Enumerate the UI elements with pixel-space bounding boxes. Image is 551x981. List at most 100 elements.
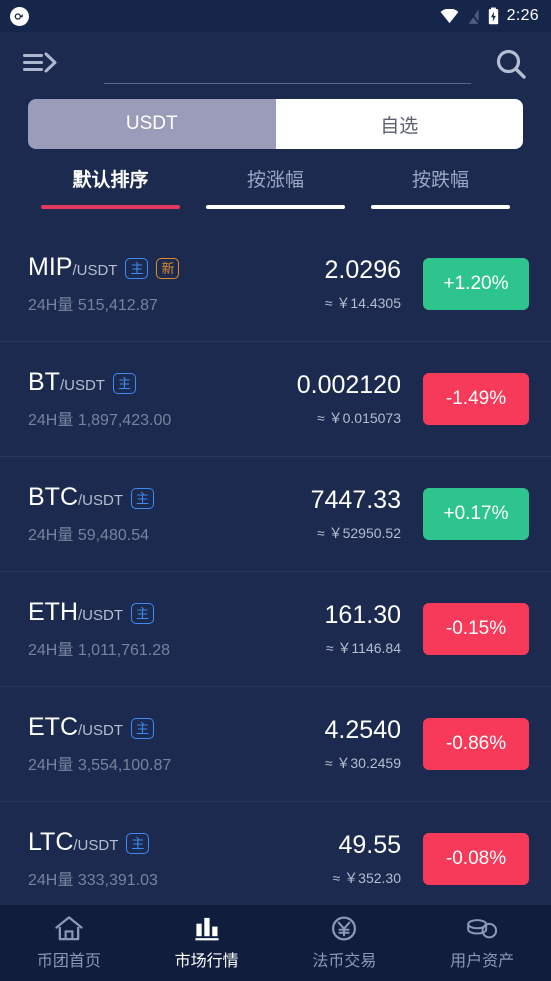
coin-price-cny: ≈ ￥14.4305 [324, 294, 401, 311]
badge-main: 主 [131, 718, 155, 739]
nav-item-coins[interactable]: 用户资产 [413, 915, 551, 971]
market-row-info: BTC/USDT 主 24H量 59,480.54 [28, 483, 155, 545]
coin-price: 161.30 [324, 600, 401, 629]
market-row-price: 4.2540 ≈ ￥30.2459 [325, 716, 423, 773]
coin-volume: 24H量 3,554,100.87 [28, 751, 171, 775]
badge-main: 主 [125, 258, 149, 279]
coin-quote: /USDT [72, 262, 118, 279]
coin-volume-value: 59,480.54 [77, 527, 149, 544]
sort-tab-default-label: 默认排序 [72, 170, 149, 191]
market-row-info: BT/USDT 主 24H量 1,897,423.00 [28, 368, 171, 430]
market-row[interactable]: BTC/USDT 主 24H量 59,480.54 7447.33 ≈ ￥52950.5… [0, 457, 551, 572]
sort-tabs: 默认排序 按涨幅 按跌幅 [28, 165, 523, 217]
search-field-wrapper [104, 44, 471, 84]
sort-tab-gainers[interactable]: 按涨幅 [193, 165, 358, 217]
market-pair: LTC/USDT 主 [28, 828, 158, 857]
search-icon[interactable] [489, 42, 533, 86]
coin-quote: /USDT [78, 492, 123, 509]
market-row-price: 7447.33 ≈ ￥52950.52 [311, 486, 423, 543]
market-row[interactable]: LTC/USDT 主 24H量 333,391.03 49.55 ≈ ￥352.30 -0… [0, 802, 551, 905]
market-row-price: 0.002120 ≈ ￥0.015073 [297, 371, 423, 428]
change-badge[interactable]: -0.08% [423, 833, 529, 885]
app-notification-icon [10, 6, 29, 26]
coin-quote: /USDT [59, 377, 105, 394]
coin-price-cny: ≈ ￥352.30 [332, 869, 401, 886]
search-input[interactable] [104, 53, 471, 84]
nav-item-yen-circle[interactable]: 法币交易 [276, 915, 414, 971]
coin-volume: 24H量 333,391.03 [28, 866, 158, 890]
coin-quote: /USDT [78, 722, 123, 739]
badge-main: 主 [131, 603, 155, 624]
market-pair: ETH/USDT 主 [28, 598, 170, 627]
coin-volume: 24H量 59,480.54 [28, 521, 154, 545]
signal-off-icon [467, 8, 480, 25]
market-row-price: 161.30 ≈ ￥1146.84 [325, 601, 423, 658]
badge-main: 主 [131, 488, 155, 509]
badge-main: 主 [126, 833, 150, 854]
sort-tab-losers-underline [371, 205, 510, 209]
nav-item-label: 用户资产 [450, 953, 515, 970]
coin-symbol: LTC [28, 828, 74, 856]
coin-symbol: BTC [28, 483, 78, 511]
nav-item-label: 法币交易 [312, 953, 377, 970]
market-type-tabs: USDT 自选 [28, 99, 523, 149]
sort-tab-gainers-underline [206, 205, 345, 209]
market-row-price: 2.0296 ≈ ￥14.4305 [325, 256, 423, 313]
change-badge[interactable]: -1.49% [423, 373, 529, 425]
coin-price-cny: ≈ ￥30.2459 [324, 754, 401, 771]
coin-price-cny: ≈ ￥1146.84 [325, 639, 401, 656]
coin-symbol: ETC [28, 713, 78, 741]
sort-tab-losers[interactable]: 按跌幅 [358, 165, 523, 217]
coin-volume-label: 24H量 [28, 297, 74, 314]
tab-usdt[interactable]: USDT [28, 99, 276, 149]
change-badge[interactable]: -0.86% [423, 718, 529, 770]
app-screen: 2:26 USDT 自选 默认排序 按涨幅 按跌幅 MIP /USDT 主 新 … [0, 0, 551, 981]
coin-volume-label: 24H量 [28, 642, 74, 659]
coin-volume-value: 1,011,761.28 [77, 642, 171, 659]
market-row-info: ETH/USDT 主 24H量 1,011,761.28 [28, 598, 170, 660]
coin-price: 49.55 [338, 830, 401, 859]
market-pair: BTC/USDT 主 [28, 483, 155, 512]
tab-favorites[interactable]: 自选 [275, 99, 523, 149]
nav-item-label: 市场行情 [174, 953, 239, 970]
change-badge-label: -1.49% [445, 388, 507, 409]
status-bar-clock: 2:26 [506, 7, 539, 24]
coin-volume: 24H量 1,897,423.00 [28, 406, 171, 430]
status-bar: 2:26 [0, 0, 551, 32]
market-pair: MIP/USDT 主新 [28, 253, 180, 282]
change-badge[interactable]: +1.20% [423, 258, 529, 310]
change-badge[interactable]: -0.15% [423, 603, 529, 655]
sort-tab-gainers-label: 按涨幅 [246, 170, 304, 191]
menu-arrow-icon[interactable] [22, 44, 66, 84]
market-list[interactable]: MIP/USDT 主新 24H量 515,412.87 2.0296 ≈ ￥14.430… [0, 227, 551, 905]
sort-tab-default-underline [41, 205, 180, 209]
badge-main: 主 [112, 373, 136, 394]
market-row[interactable]: ETH/USDT 主 24H量 1,011,761.28 161.30 ≈ ￥1146.… [0, 572, 551, 687]
market-row-info: ETC/USDT 主 24H量 3,554,100.87 [28, 713, 171, 775]
market-row-info: MIP/USDT 主新 24H量 515,412.87 [28, 253, 180, 315]
coin-symbol: BT [28, 368, 60, 396]
sort-tab-default[interactable]: 默认排序 [28, 165, 193, 217]
coins-icon [465, 915, 499, 942]
change-badge-label: -0.15% [445, 618, 507, 639]
market-row[interactable]: BT/USDT 主 24H量 1,897,423.00 0.002120 ≈ ￥0.01… [0, 342, 551, 457]
coin-price-cny: ≈ ￥0.015073 [317, 409, 401, 426]
tab-usdt-label: USDT [125, 113, 178, 134]
change-badge[interactable]: +0.17% [423, 488, 529, 540]
tab-favorites-label: 自选 [380, 115, 419, 137]
market-pair: ETC/USDT 主 [28, 713, 171, 742]
coin-quote: /USDT [73, 837, 119, 854]
change-badge-label: -0.86% [445, 733, 507, 754]
market-row[interactable]: MIP/USDT 主新 24H量 515,412.87 2.0296 ≈ ￥14.430… [0, 227, 551, 342]
nav-item-home[interactable]: 币团首页 [0, 915, 138, 971]
coin-symbol: MIP [28, 253, 73, 281]
battery-charging-icon [488, 7, 499, 25]
nav-item-bar-chart[interactable]: 市场行情 [138, 915, 276, 971]
coin-volume-label: 24H量 [28, 757, 74, 774]
nav-item-label: 币团首页 [36, 953, 101, 970]
coin-volume-value: 515,412.87 [77, 297, 158, 314]
coin-volume-value: 1,897,423.00 [77, 412, 172, 429]
market-row-price: 49.55 ≈ ￥352.30 [333, 831, 423, 888]
coin-volume-label: 24H量 [28, 872, 74, 889]
market-row[interactable]: ETC/USDT 主 24H量 3,554,100.87 4.2540 ≈ ￥30.24… [0, 687, 551, 802]
